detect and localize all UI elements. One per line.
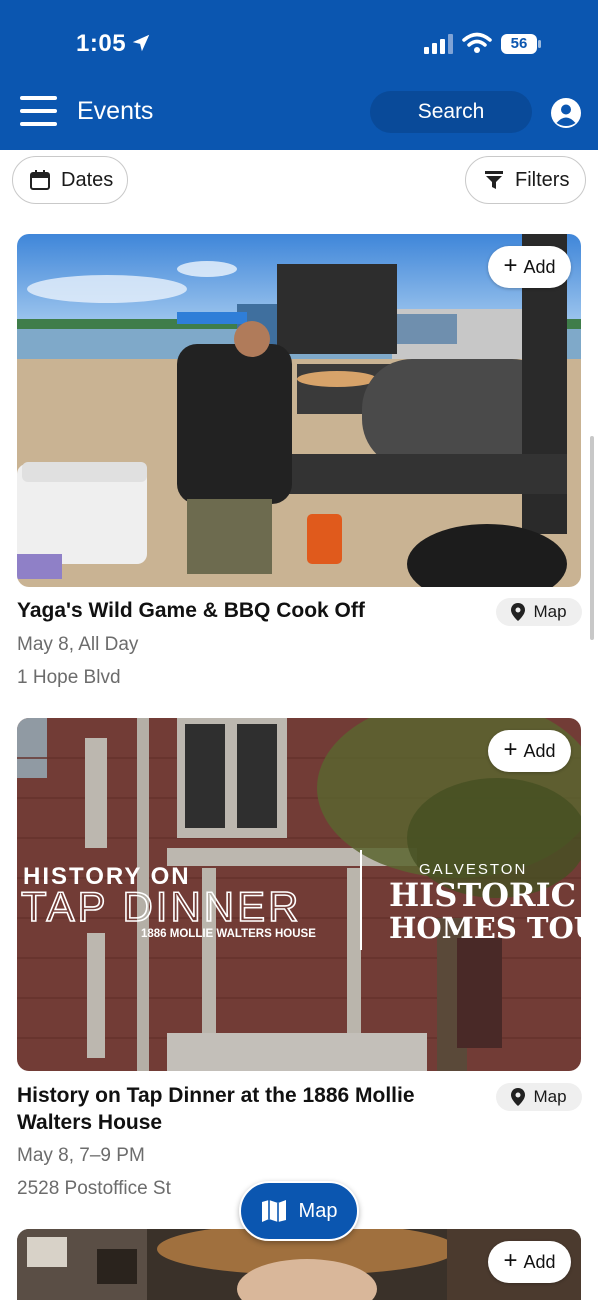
historic-house-photo: HISTORY ON TAP DINNER 1886 MOLLIE WALTER… [17, 718, 581, 1071]
event-image-bbq[interactable] [17, 234, 581, 587]
map-chip-label: Map [533, 1087, 567, 1106]
image-text-tap-dinner: TAP DINNER [21, 883, 301, 930]
image-text-historic: HISTORIC [389, 876, 576, 914]
add-label: Add [523, 256, 556, 277]
add-event-button[interactable]: + Add [488, 246, 571, 288]
plus-icon: + [503, 252, 518, 279]
add-event-button[interactable]: + Add [488, 1241, 571, 1283]
scrollbar-thumb[interactable] [590, 436, 594, 640]
event-map-chip[interactable]: Map [496, 1083, 582, 1111]
add-event-button[interactable]: + Add [488, 730, 571, 772]
page-title: Events [77, 97, 154, 125]
add-label: Add [523, 1251, 556, 1272]
image-text-homes-tour: HOMES TOUR [389, 911, 581, 945]
dates-filter-label: Dates [61, 168, 114, 191]
account-icon[interactable] [550, 97, 582, 129]
menu-button[interactable] [20, 96, 58, 128]
filters-button[interactable]: Filters [465, 156, 586, 204]
cellular-signal-icon [424, 34, 453, 54]
calendar-icon [30, 170, 50, 190]
event-date: May 8, All Day [17, 634, 139, 655]
map-pin-icon [511, 603, 526, 621]
battery-level: 56 [510, 35, 528, 52]
status-bar: 1:05 56 [0, 0, 598, 88]
dates-filter-button[interactable]: Dates [12, 156, 128, 204]
wifi-icon [462, 32, 492, 53]
map-view-label: Map [298, 1199, 338, 1222]
event-map-chip[interactable]: Map [496, 598, 582, 626]
add-label: Add [523, 740, 556, 761]
event-title[interactable]: History on Tap Dinner at the 1886 Mollie… [17, 1082, 479, 1136]
plus-icon: + [503, 1247, 518, 1274]
image-text-mollie-walters: 1886 MOLLIE WALTERS HOUSE [141, 928, 316, 940]
app-bar: 1:05 56 Events Search [0, 0, 598, 150]
event-address: 1 Hope Blvd [17, 667, 121, 688]
search-button[interactable]: Search [370, 91, 532, 133]
status-time: 1:05 [76, 30, 127, 57]
event-address: 2528 Postoffice St [17, 1178, 171, 1199]
folded-map-icon [261, 1200, 286, 1222]
bbq-photo [17, 234, 581, 587]
event-title[interactable]: Yaga's Wild Game & BBQ Cook Off [17, 597, 487, 624]
map-view-button[interactable]: Map [239, 1181, 359, 1241]
filter-funnel-icon [485, 171, 503, 189]
location-arrow-icon [132, 34, 150, 52]
map-pin-icon [511, 1088, 526, 1106]
plus-icon: + [503, 736, 518, 763]
event-image-history[interactable]: HISTORY ON TAP DINNER 1886 MOLLIE WALTER… [17, 718, 581, 1071]
map-chip-label: Map [533, 602, 567, 621]
event-date: May 8, 7–9 PM [17, 1145, 145, 1166]
filters-label: Filters [515, 168, 570, 191]
